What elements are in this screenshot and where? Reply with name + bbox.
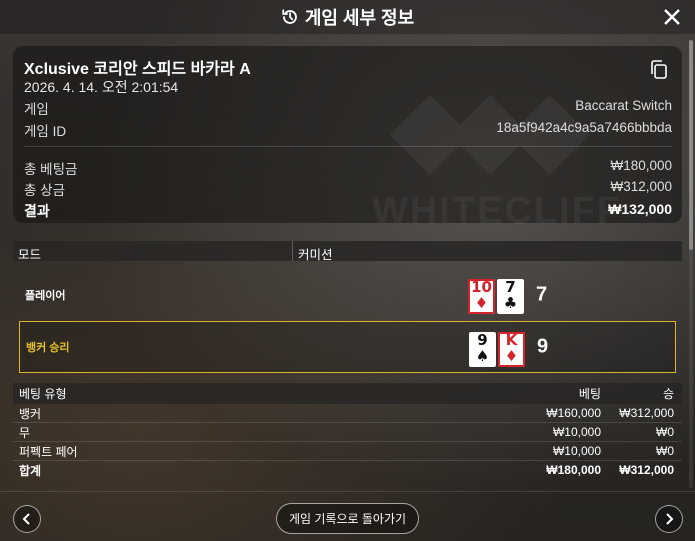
next-game-button[interactable]: [655, 505, 683, 533]
bet-amount: ₩10,000: [552, 425, 601, 439]
table-row: 무 ₩10,000 ₩0: [13, 423, 682, 442]
chevron-right-icon: [666, 513, 674, 525]
win-amount: ₩312,000: [619, 406, 674, 420]
banker-score: 9: [537, 335, 549, 358]
total-win-amount: ₩312,000: [619, 463, 674, 477]
diamond-suit-icon: ♦: [474, 294, 489, 312]
result-value: ₩132,000: [608, 201, 672, 217]
table-row: 뱅커 ₩160,000 ₩312,000: [13, 404, 682, 423]
game-value: Baccarat Switch: [575, 98, 672, 113]
playing-card: 10 ♦: [468, 279, 495, 314]
total-bet-row: 총 베팅금 ₩180,000: [24, 158, 672, 178]
table-row: 퍼펙트 페어 ₩10,000 ₩0: [13, 442, 682, 461]
diamond-suit-icon: ♦: [504, 347, 519, 365]
close-button[interactable]: [661, 6, 683, 28]
close-icon: [664, 9, 680, 25]
bet-amount: ₩10,000: [552, 444, 601, 458]
mode-header: 모드 커미션: [13, 241, 682, 262]
player-score: 7: [536, 283, 548, 306]
card-rank: 10: [471, 278, 492, 296]
game-row: 게임 Baccarat Switch: [24, 98, 672, 118]
mode-label: 모드: [13, 241, 293, 262]
game-label: 게임: [24, 102, 49, 117]
game-id-value: 18a5f942a4c9a5a7466bbbda: [496, 120, 672, 135]
player-label: 플레이어: [25, 290, 66, 302]
bet-table: 베팅 유형 베팅 승 뱅커 ₩160,000 ₩312,000 무 ₩10,00…: [13, 383, 682, 479]
bet-type: 퍼펙트 페어: [19, 444, 78, 459]
total-bet-label: 총 베팅금: [24, 162, 78, 177]
win-amount: ₩0: [656, 444, 674, 458]
total-win-row: 총 상금 ₩312,000: [24, 179, 672, 199]
club-suit-icon: ♣: [503, 294, 518, 312]
game-name: Xclusive 코리안 스피드 바카라 A: [24, 61, 251, 78]
dialog-header: 게임 세부 정보: [0, 0, 695, 34]
result-row: 결과 ₩132,000: [24, 201, 672, 221]
game-summary-card: Xclusive 코리안 스피드 바카라 A 2026. 4. 14. 오전 2…: [13, 46, 682, 223]
card-rank: K: [505, 331, 518, 349]
total-win-value: ₩312,000: [610, 179, 672, 194]
copy-icon: [651, 60, 667, 79]
footer-divider: [0, 491, 695, 492]
banker-hand: 뱅커 승리 9 ♠ K ♦ 9: [19, 321, 676, 373]
player-hand: 플레이어 10 ♦ 7 ♣ 7: [19, 269, 676, 321]
win-header: 승: [662, 387, 674, 401]
playing-card: K ♦: [498, 332, 525, 367]
playing-card: 7 ♣: [497, 279, 524, 314]
summary-divider: [24, 146, 672, 147]
commission-label: 커미션: [298, 248, 333, 262]
bet-table-header: 베팅 유형 베팅 승: [13, 383, 682, 404]
win-amount: ₩0: [656, 425, 674, 439]
game-id-row: 게임 ID 18a5f942a4c9a5a7466bbbda: [24, 120, 672, 140]
total-bet-amount: ₩180,000: [546, 463, 601, 477]
total-row: 합계 ₩180,000 ₩312,000: [13, 461, 682, 479]
card-rank: 9: [477, 331, 488, 349]
bet-type: 무: [19, 425, 31, 440]
bet-amount: ₩160,000: [546, 406, 601, 420]
chevron-left-icon: [22, 513, 30, 525]
previous-game-button[interactable]: [13, 505, 41, 533]
spade-suit-icon: ♠: [475, 347, 490, 365]
playing-card: 9 ♠: [469, 332, 496, 367]
game-id-label: 게임 ID: [24, 124, 67, 139]
scrollbar[interactable]: [689, 40, 693, 488]
history-icon: [281, 8, 299, 26]
bet-type-header: 베팅 유형: [19, 387, 67, 401]
banker-win-label: 뱅커 승리: [26, 342, 70, 354]
dialog-title: 게임 세부 정보: [304, 8, 415, 28]
copy-button[interactable]: [650, 60, 668, 80]
back-to-history-button[interactable]: 게임 기록으로 돌아가기: [276, 503, 419, 534]
bet-type: 뱅커: [19, 406, 42, 421]
scrollbar-thumb[interactable]: [689, 40, 693, 250]
total-win-label: 총 상금: [24, 183, 66, 198]
total-bet-value: ₩180,000: [610, 158, 672, 173]
game-datetime: 2026. 4. 14. 오전 2:01:54: [24, 79, 179, 95]
bet-header: 베팅: [578, 387, 601, 401]
total-label: 합계: [19, 463, 42, 478]
player-cards: 10 ♦ 7 ♣: [468, 279, 524, 314]
card-rank: 7: [505, 278, 516, 296]
result-label: 결과: [24, 203, 50, 219]
banker-cards: 9 ♠ K ♦: [469, 332, 525, 367]
